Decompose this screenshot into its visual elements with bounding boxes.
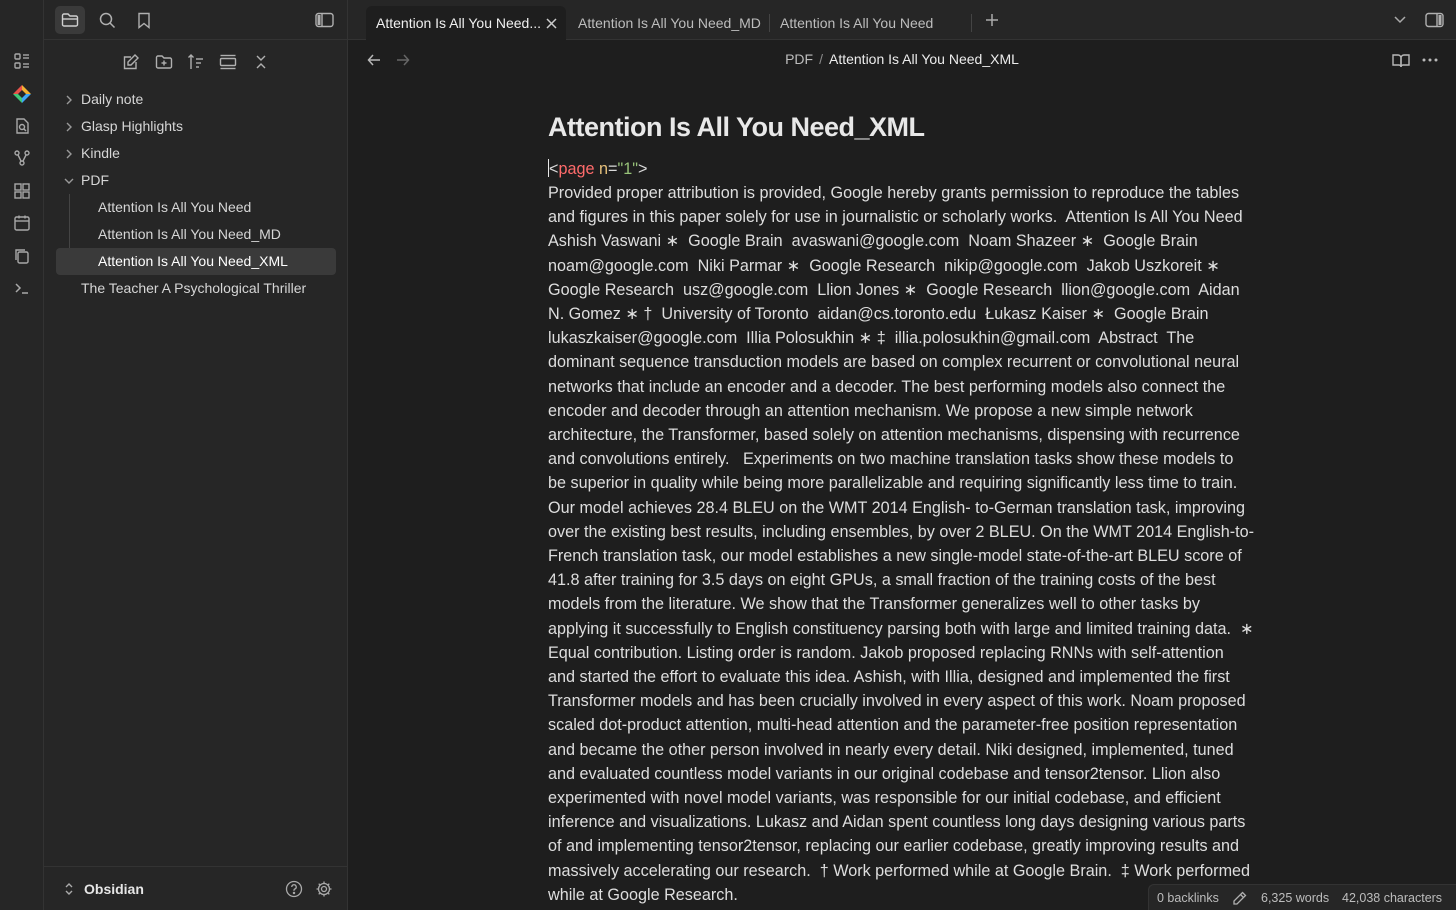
chevron-down-icon <box>62 167 76 194</box>
chevron-right-icon <box>62 86 76 113</box>
xml-tag-name: page <box>558 160 595 178</box>
xml-attr-value: "1" <box>617 160 638 178</box>
tree-item-label: PDF <box>81 172 109 188</box>
tab-label: Attention Is All You Need_MD <box>578 15 761 31</box>
sidebar-header <box>44 0 348 40</box>
copy-icon[interactable] <box>11 245 33 267</box>
tab-list-chevron-down-icon[interactable] <box>1390 10 1410 30</box>
plugins-icon[interactable] <box>11 180 33 202</box>
tree-item-label: Attention Is All You Need <box>98 199 252 215</box>
breadcrumb: PDF / Attention Is All You Need_XML <box>348 40 1456 80</box>
tree-file-attention-md[interactable]: Attention Is All You Need_MD <box>56 221 336 248</box>
dashboard-icon[interactable] <box>11 50 33 72</box>
tree-item-label: Attention Is All You Need_XML <box>98 253 288 269</box>
editor-pane[interactable]: Attention Is All You Need_XML <page n="1… <box>548 80 1258 910</box>
search-icon[interactable] <box>92 6 122 34</box>
vault-switcher-bar: Obsidian <box>44 866 348 910</box>
reading-view-book-icon[interactable] <box>1391 50 1411 70</box>
tree-item-label: Kindle <box>81 145 120 161</box>
tree-item-label: Glasp Highlights <box>81 118 183 134</box>
tab-separator <box>971 14 972 32</box>
pencil-edit-icon[interactable] <box>1231 890 1247 906</box>
tree-folder-kindle[interactable]: Kindle <box>56 140 336 167</box>
tree-item-label: Daily note <box>81 91 144 107</box>
tab-bar: Attention Is All You Need... Attention I… <box>348 0 1456 40</box>
breadcrumb-separator: / <box>819 51 823 67</box>
backlinks-count[interactable]: 0 backlinks <box>1157 885 1219 910</box>
tree-item-label: The Teacher A Psychological Thriller <box>81 280 307 296</box>
settings-gear-icon[interactable] <box>314 879 334 899</box>
sidebar-toggle-icon[interactable] <box>309 6 339 34</box>
xml-attr-name: n <box>594 160 608 178</box>
chevron-up-down-icon[interactable] <box>62 881 76 897</box>
close-icon[interactable] <box>544 16 558 30</box>
collapse-view-icon[interactable] <box>214 48 242 76</box>
glasp-logo-icon[interactable] <box>11 83 33 105</box>
terminal-icon[interactable] <box>11 277 33 299</box>
tab-label: Attention Is All You Need... <box>376 15 542 31</box>
note-title[interactable]: Attention Is All You Need_XML <box>548 112 925 143</box>
tree-file-attention[interactable]: Attention Is All You Need <box>56 194 336 221</box>
tab-label: Attention Is All You Need <box>780 15 934 31</box>
tree-item-label: Attention Is All You Need_MD <box>98 226 281 242</box>
note-body-text[interactable]: Provided proper attribution is provided,… <box>548 181 1254 907</box>
chevron-right-icon <box>62 140 76 167</box>
vault-name[interactable]: Obsidian <box>84 867 144 910</box>
tree-folder-glasp-highlights[interactable]: Glasp Highlights <box>56 113 336 140</box>
word-count: 6,325 words <box>1261 891 1330 905</box>
tab-attention-xml[interactable]: Attention Is All You Need... <box>366 6 566 40</box>
calendar-icon[interactable] <box>11 212 33 234</box>
new-folder-icon[interactable] <box>150 48 178 76</box>
folder-icon[interactable] <box>55 6 85 34</box>
file-explorer-sidebar: Daily note Glasp Highlights Kindle PDF A… <box>44 0 348 910</box>
sort-icon[interactable] <box>182 48 210 76</box>
xml-page-tag-line[interactable]: <page n="1"> <box>548 157 647 181</box>
tab-attention-md[interactable]: Attention Is All You Need_MD <box>568 6 766 40</box>
character-count: 42,038 characters <box>1342 891 1443 905</box>
more-options-icon[interactable] <box>1420 50 1440 70</box>
status-bar: 0 backlinks 6,325 words 42,038 character… <box>1148 884 1456 910</box>
xml-bracket: > <box>637 160 648 178</box>
file-tree: Daily note Glasp Highlights Kindle PDF A… <box>56 86 336 302</box>
graph-icon[interactable] <box>11 147 33 169</box>
tree-file-attention-xml[interactable]: Attention Is All You Need_XML <box>56 248 336 275</box>
tree-folder-daily-note[interactable]: Daily note <box>56 86 336 113</box>
bookmark-icon[interactable] <box>129 6 159 34</box>
file-search-icon[interactable] <box>11 115 33 137</box>
ribbon <box>0 0 44 910</box>
help-icon[interactable] <box>284 879 304 899</box>
tree-folder-pdf[interactable]: PDF <box>56 167 336 194</box>
chevron-right-icon <box>62 113 76 140</box>
view-header: PDF / Attention Is All You Need_XML <box>348 40 1456 80</box>
tree-file-the-teacher[interactable]: The Teacher A Psychological Thriller <box>56 275 336 302</box>
new-note-icon[interactable] <box>117 48 145 76</box>
tab-attention[interactable]: Attention Is All You Need <box>770 6 970 40</box>
breadcrumb-current[interactable]: Attention Is All You Need_XML <box>829 51 1019 67</box>
breadcrumb-parent[interactable]: PDF <box>785 51 813 67</box>
right-sidebar-toggle-icon[interactable] <box>1424 10 1444 30</box>
collapse-all-icon[interactable] <box>247 48 275 76</box>
new-tab-plus-icon[interactable] <box>982 10 1002 30</box>
